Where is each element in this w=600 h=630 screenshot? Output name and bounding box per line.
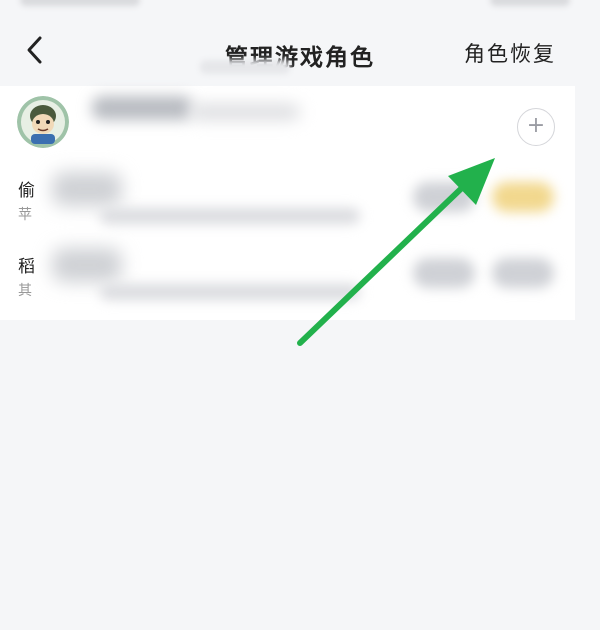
role-name: 偷: [18, 181, 35, 201]
status-bar-icons-blurred: [490, 0, 570, 6]
plus-icon: +: [526, 113, 546, 138]
status-bar: [0, 0, 600, 14]
avatar[interactable]: [17, 96, 69, 148]
blurred-region: [52, 172, 122, 206]
status-bar-time-blurred: [20, 0, 140, 6]
blurred-account-id: [190, 104, 300, 120]
add-role-button[interactable]: +: [517, 108, 555, 146]
navigation-bar: 管理游戏角色 角色恢复: [0, 22, 600, 82]
annotation-arrow-icon: [297, 158, 495, 346]
role-name: 稻: [18, 257, 35, 277]
blurred-account-name: [92, 96, 192, 120]
role-server: 苹: [18, 207, 32, 223]
avatar-image: [17, 96, 69, 148]
role-server: 其: [18, 283, 32, 299]
blurred-region: [52, 248, 122, 282]
blurred-region: [200, 60, 290, 74]
role-restore-button[interactable]: 角色恢复: [464, 38, 556, 68]
